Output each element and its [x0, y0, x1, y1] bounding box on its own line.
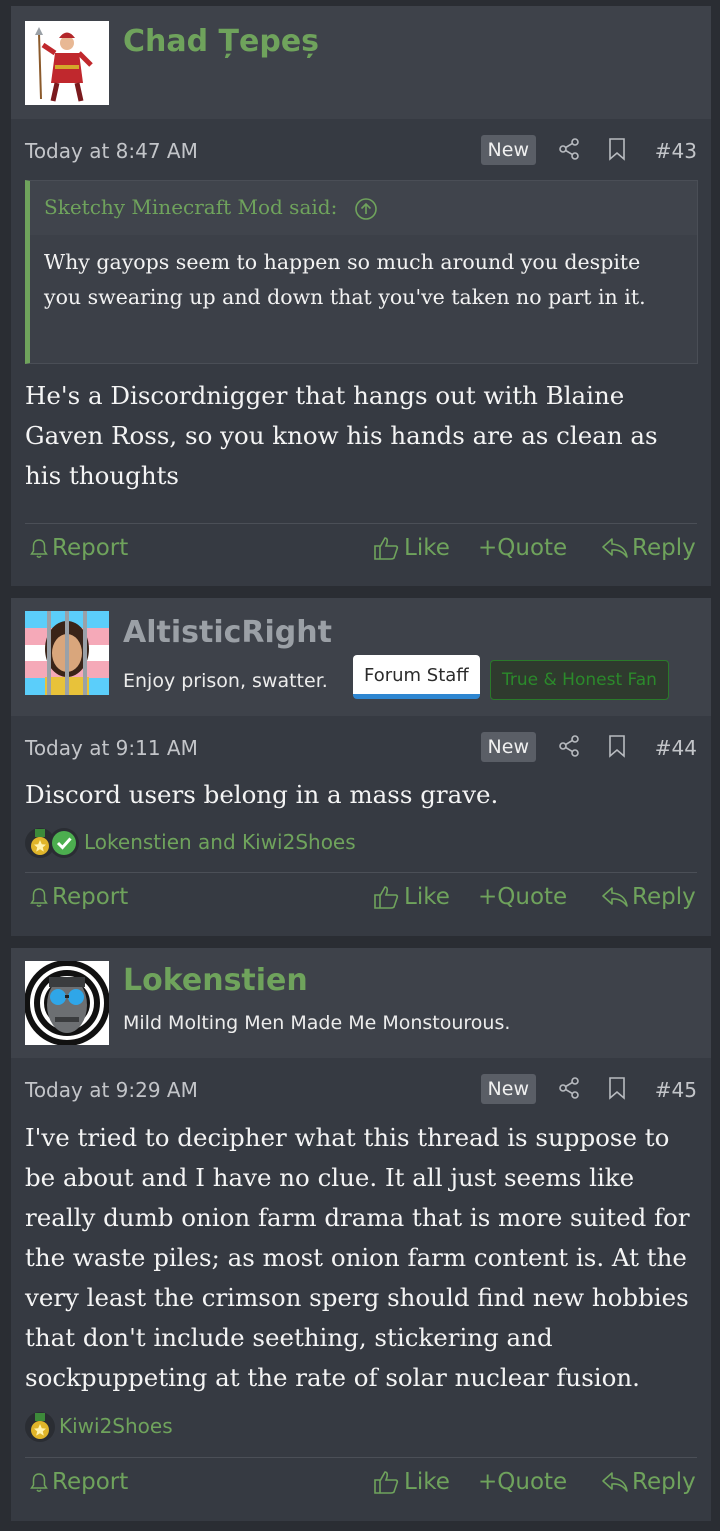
like-button[interactable]: Like	[373, 530, 450, 566]
quote-button[interactable]: +Quote	[478, 530, 567, 566]
avatar[interactable]	[25, 21, 109, 105]
report-button[interactable]: Report	[29, 530, 128, 566]
post-message: I've tried to decipher what this thread …	[25, 1123, 690, 1392]
quote-header: Sketchy Minecraft Mod said:	[30, 181, 697, 235]
post-date[interactable]: Today at 9:29 AM	[25, 1078, 198, 1102]
reactions-bar[interactable]: Kiwi2Shoes	[25, 1410, 325, 1446]
post-date[interactable]: Today at 8:47 AM	[25, 139, 198, 163]
reply-label: Reply	[632, 1469, 696, 1495]
post-date[interactable]: Today at 9:11 AM	[25, 736, 198, 760]
bookmark-icon[interactable]	[605, 1076, 629, 1100]
forum-staff-banner: Forum Staff	[353, 655, 480, 699]
user-title: Enjoy prison, swatter.	[123, 670, 328, 692]
fan-banner: True & Honest Fan	[490, 660, 669, 700]
new-badge: New	[480, 1074, 536, 1104]
quote-text: Why gayops seem to happen so much around…	[44, 250, 646, 309]
post-meta: Today at 9:29 AM New #45	[25, 1074, 697, 1110]
report-label: Report	[52, 1469, 129, 1495]
post-message: Discord users belong in a mass grave.	[25, 780, 499, 809]
divider	[25, 523, 697, 524]
share-icon[interactable]	[557, 1076, 581, 1100]
reply-icon	[602, 538, 628, 558]
thumbs-up-icon	[374, 1471, 399, 1494]
post-meta: Today at 9:11 AM New #44	[25, 732, 697, 768]
reactions-bar[interactable]: Lokenstien and Kiwi2Shoes	[25, 826, 425, 862]
divider	[25, 1457, 697, 1458]
like-button[interactable]: Like	[373, 879, 450, 915]
bell-icon	[30, 539, 48, 558]
quote-button[interactable]: +Quote	[478, 879, 567, 915]
avatar[interactable]	[25, 961, 109, 1045]
avatar[interactable]	[25, 611, 109, 695]
username[interactable]: Chad Țepeș	[123, 24, 319, 59]
reply-label: Reply	[632, 884, 696, 910]
reaction-users[interactable]: Kiwi2Shoes	[59, 1414, 173, 1438]
reply-button[interactable]: Reply	[601, 879, 696, 915]
reply-icon	[602, 1472, 628, 1492]
post-actions: Report Like +Quote Reply	[25, 530, 697, 566]
like-label: Like	[404, 535, 450, 561]
reaction-users[interactable]: Lokenstien and Kiwi2Shoes	[84, 830, 356, 854]
username[interactable]: AltisticRight	[123, 615, 332, 650]
post-actions: Report Like +Quote Reply	[25, 1464, 697, 1500]
reply-icon	[602, 887, 628, 907]
bookmark-icon[interactable]	[605, 137, 629, 161]
divider	[25, 872, 697, 873]
post-43: Chad Țepeș Today at 8:47 AM New #43 Sket…	[11, 6, 711, 586]
user-title: Mild Molting Men Made Me Monstourous.	[123, 1012, 511, 1034]
new-badge: New	[480, 135, 536, 165]
quote-button[interactable]: +Quote	[478, 1464, 567, 1500]
report-label: Report	[52, 535, 129, 561]
like-button[interactable]: Like	[373, 1464, 450, 1500]
quote-block: Sketchy Minecraft Mod said: Why gayops s…	[25, 180, 698, 364]
post-number[interactable]: #44	[655, 736, 697, 760]
report-label: Report	[52, 884, 129, 910]
winner-icon	[25, 1412, 55, 1442]
report-button[interactable]: Report	[29, 879, 128, 915]
post-44: AltisticRight Enjoy prison, swatter. For…	[11, 598, 711, 936]
share-icon[interactable]	[557, 734, 581, 758]
post-number[interactable]: #45	[655, 1078, 697, 1102]
username[interactable]: Lokenstien	[123, 963, 308, 998]
bell-icon	[30, 888, 48, 907]
like-label: Like	[404, 884, 450, 910]
thumbs-up-icon	[374, 886, 399, 909]
share-icon[interactable]	[557, 137, 581, 161]
thumbs-up-icon	[374, 537, 399, 560]
post-header: AltisticRight Enjoy prison, swatter. For…	[11, 598, 711, 716]
post-header: Lokenstien Mild Molting Men Made Me Mons…	[11, 948, 711, 1058]
like-label: Like	[404, 1469, 450, 1495]
reply-button[interactable]: Reply	[601, 1464, 696, 1500]
post-number[interactable]: #43	[655, 139, 697, 163]
post-header: Chad Țepeș	[11, 6, 711, 119]
post-message: He's a Discordnigger that hangs out with…	[25, 381, 658, 490]
post-actions: Report Like +Quote Reply	[25, 879, 697, 915]
new-badge: New	[480, 732, 536, 762]
checkmark-icon	[49, 828, 79, 858]
post-meta: Today at 8:47 AM New #43	[25, 135, 697, 171]
bell-icon	[30, 1473, 48, 1492]
reply-button[interactable]: Reply	[601, 530, 696, 566]
quote-author[interactable]: Sketchy Minecraft Mod said:	[44, 195, 337, 219]
reply-label: Reply	[632, 535, 696, 561]
report-button[interactable]: Report	[29, 1464, 128, 1500]
post-45: Lokenstien Mild Molting Men Made Me Mons…	[11, 948, 711, 1521]
bookmark-icon[interactable]	[605, 734, 629, 758]
arrow-up-circle-icon[interactable]	[354, 197, 378, 221]
